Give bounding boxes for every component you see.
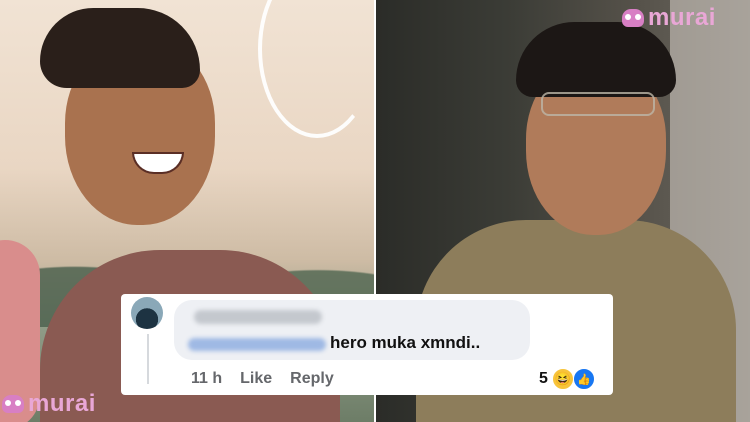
comment-actions: 11 h Like Reply [191, 370, 334, 388]
like-icon: 👍 [572, 368, 595, 390]
reaction-count: 5 [539, 370, 548, 387]
brand-watermark-top: murai [622, 4, 716, 32]
owl-logo-icon [622, 9, 644, 27]
brand-text: murai [28, 390, 96, 417]
comment-timestamp[interactable]: 11 h [191, 370, 222, 388]
brand-watermark-bottom: murai [2, 390, 96, 418]
hair [516, 22, 676, 97]
brand-text: murai [648, 4, 716, 31]
reply-button[interactable]: Reply [290, 370, 334, 388]
comment-text: hero muka xmndi.. [330, 333, 481, 352]
haha-icon: 😆 [551, 368, 574, 390]
glasses [541, 92, 655, 116]
decorative-curve [258, 0, 374, 138]
blurred-commenter-name [194, 310, 322, 324]
hair [40, 8, 200, 88]
owl-logo-icon [2, 395, 24, 413]
comment-card: hero muka xmndi.. 11 h Like Reply 5 😆 👍 [121, 294, 613, 395]
blurred-mention [188, 338, 326, 351]
thread-line [147, 334, 149, 384]
avatar[interactable] [131, 297, 163, 329]
comment-bubble: hero muka xmndi.. [174, 300, 530, 360]
reactions-summary[interactable]: 5 😆 👍 [539, 368, 595, 390]
collage: murai murai hero muka xmndi.. 11 h Like … [0, 0, 750, 422]
like-button[interactable]: Like [240, 370, 272, 388]
